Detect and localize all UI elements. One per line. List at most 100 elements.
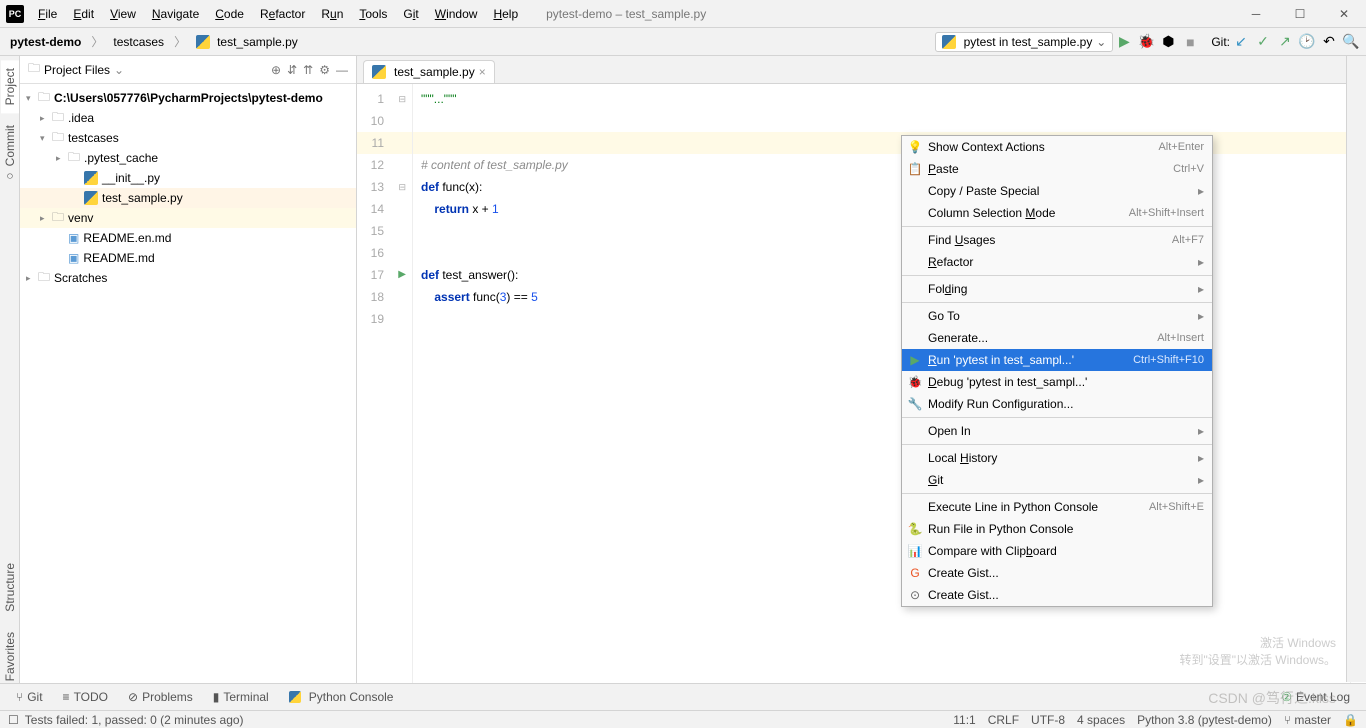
context-menu-item[interactable]: GCreate Gist...	[902, 562, 1212, 584]
context-menu-item[interactable]: 🐞Debug 'pytest in test_sampl...'	[902, 371, 1212, 393]
settings-icon[interactable]: ⚙	[319, 63, 330, 77]
code-editor[interactable]: 1 10 11 12 13 14 15 16 17 18 19 """...""…	[357, 84, 1366, 710]
status-indent[interactable]: 4 spaces	[1077, 713, 1125, 727]
bottom-tab-git[interactable]: ⑂Git	[8, 687, 51, 707]
status-line-separator[interactable]: CRLF	[988, 713, 1019, 727]
close-button[interactable]: ✕	[1322, 0, 1366, 28]
run-config-label: pytest in test_sample.py	[964, 35, 1093, 49]
expand-all-icon[interactable]: ⇵	[287, 63, 297, 77]
status-branch[interactable]: ⑂ master	[1284, 713, 1331, 727]
context-menu-item[interactable]: Git▸	[902, 469, 1212, 491]
context-menu-item[interactable]: Copy / Paste Special▸	[902, 180, 1212, 202]
git-commit-icon[interactable]: ✓	[1252, 31, 1274, 53]
crumb-file[interactable]: test_sample.py	[190, 33, 304, 51]
bottom-tab-problems[interactable]: ⊘Problems	[120, 687, 201, 707]
context-menu-item[interactable]: Go To▸	[902, 305, 1212, 327]
tree-scratches[interactable]: ▸🗀Scratches	[20, 268, 356, 288]
csdn-watermark: CSDN @笃行之.kiss	[1208, 688, 1336, 708]
app-icon: PC	[6, 5, 24, 23]
context-menu-item[interactable]: Column Selection ModeAlt+Shift+Insert	[902, 202, 1212, 224]
hide-icon[interactable]: —	[336, 63, 348, 77]
menu-window[interactable]: Window	[427, 3, 486, 25]
menu-separator	[902, 493, 1212, 494]
project-panel-header: 🗀 Project Files ⌄ ⊕ ⇵ ⇈ ⚙ —	[20, 56, 356, 84]
bottom-tab-python-console[interactable]: Python Console	[281, 687, 402, 707]
crumb-sep: 〉	[174, 33, 186, 50]
status-message: Tests failed: 1, passed: 0 (2 minutes ag…	[25, 713, 244, 727]
crumb-folder[interactable]: testcases	[107, 33, 170, 51]
context-menu-item[interactable]: 📊Compare with Clipboard	[902, 540, 1212, 562]
coverage-button[interactable]: ⬢	[1157, 31, 1179, 53]
tree-folder-idea[interactable]: ▸🗀.idea	[20, 108, 356, 128]
crumb-project[interactable]: pytest-demo	[4, 33, 87, 51]
menu-help[interactable]: Help	[485, 3, 526, 25]
context-menu-item[interactable]: Generate...Alt+Insert	[902, 327, 1212, 349]
context-menu-item[interactable]: ⊙Create Gist...	[902, 584, 1212, 606]
tree-file-readme[interactable]: ▣README.md	[20, 248, 356, 268]
line-gutter[interactable]: 1 10 11 12 13 14 15 16 17 18 19	[357, 84, 413, 710]
close-tab-icon[interactable]: ×	[479, 65, 486, 79]
context-menu-item[interactable]: ▶Run 'pytest in test_sampl...'Ctrl+Shift…	[902, 349, 1212, 371]
git-push-icon[interactable]: ↗	[1274, 31, 1296, 53]
menu-run[interactable]: Run	[313, 3, 351, 25]
bottom-tab-todo[interactable]: ≡TODO	[55, 687, 116, 707]
window-title: pytest-demo – test_sample.py	[546, 7, 706, 21]
context-menu-item[interactable]: 💡Show Context ActionsAlt+Enter	[902, 136, 1212, 158]
menu-edit[interactable]: Edit	[65, 3, 102, 25]
git-rollback-icon[interactable]: ↶	[1318, 31, 1340, 53]
menu-navigate[interactable]: Navigate	[144, 3, 207, 25]
project-tree[interactable]: ▾🗀C:\Users\057776\PycharmProjects\pytest…	[20, 84, 356, 710]
context-menu-item[interactable]: Refactor▸	[902, 251, 1212, 273]
tree-folder-pytest-cache[interactable]: ▸🗀.pytest_cache	[20, 148, 356, 168]
editor-area: test_sample.py × 1 10 11 12 13 14 15 16 …	[357, 56, 1366, 710]
menu-view[interactable]: View	[102, 3, 144, 25]
run-config-selector[interactable]: pytest in test_sample.py	[935, 32, 1114, 52]
context-menu-item[interactable]: 🔧Modify Run Configuration...	[902, 393, 1212, 415]
debug-button[interactable]: 🐞	[1135, 31, 1157, 53]
minimize-button[interactable]: ─	[1234, 0, 1278, 28]
status-interpreter[interactable]: Python 3.8 (pytest-demo)	[1137, 713, 1272, 727]
bottom-tab-terminal[interactable]: ▮Terminal	[205, 687, 277, 707]
menu-refactor[interactable]: Refactor	[252, 3, 313, 25]
bottom-tool-bar: ⑂Git ≡TODO ⊘Problems ▮Terminal Python Co…	[0, 683, 1366, 710]
tree-file-init[interactable]: __init__.py	[20, 168, 356, 188]
menu-file[interactable]: File	[30, 3, 65, 25]
tree-file-readme-en[interactable]: ▣README.en.md	[20, 228, 356, 248]
tab-label: test_sample.py	[394, 65, 475, 79]
project-tab[interactable]: Project	[1, 60, 19, 113]
context-menu-item[interactable]: Find UsagesAlt+F7	[902, 229, 1212, 251]
context-menu-item[interactable]: 📋PasteCtrl+V	[902, 158, 1212, 180]
python-file-icon	[84, 171, 98, 185]
panel-title[interactable]: Project Files ⌄	[44, 63, 124, 77]
git-update-icon[interactable]: ↙	[1230, 31, 1252, 53]
menu-tools[interactable]: Tools	[351, 3, 395, 25]
structure-tab[interactable]: Structure	[1, 555, 19, 620]
context-menu-item[interactable]: Folding▸	[902, 278, 1212, 300]
status-encoding[interactable]: UTF-8	[1031, 713, 1065, 727]
python-file-icon	[84, 191, 98, 205]
context-menu-item[interactable]: Execute Line in Python ConsoleAlt+Shift+…	[902, 496, 1212, 518]
tree-root[interactable]: ▾🗀C:\Users\057776\PycharmProjects\pytest…	[20, 88, 356, 108]
menu-code[interactable]: Code	[207, 3, 252, 25]
search-icon[interactable]: 🔍	[1340, 31, 1362, 53]
crumb-sep: 〉	[91, 33, 103, 50]
tool-status-icon[interactable]: ☐	[8, 713, 19, 727]
tree-file-sample[interactable]: test_sample.py	[20, 188, 356, 208]
editor-tab-bar: test_sample.py ×	[357, 56, 1366, 84]
context-menu-item[interactable]: Local History▸	[902, 447, 1212, 469]
collapse-all-icon[interactable]: ⇈	[303, 63, 313, 77]
status-lock-icon[interactable]: 🔒	[1343, 713, 1358, 727]
menu-git[interactable]: Git	[395, 3, 426, 25]
context-menu-item[interactable]: Open In▸	[902, 420, 1212, 442]
maximize-button[interactable]: ☐	[1278, 0, 1322, 28]
commit-tab[interactable]: ○Commit	[1, 117, 19, 191]
tree-folder-venv[interactable]: ▸🗀venv	[20, 208, 356, 228]
editor-tab[interactable]: test_sample.py ×	[363, 60, 495, 83]
stop-button[interactable]: ■	[1179, 31, 1201, 53]
context-menu-item[interactable]: 🐍Run File in Python Console	[902, 518, 1212, 540]
git-history-icon[interactable]: 🕑	[1296, 31, 1318, 53]
select-opened-icon[interactable]: ⊕	[271, 63, 281, 77]
tree-folder-testcases[interactable]: ▾🗀testcases	[20, 128, 356, 148]
status-cursor-pos[interactable]: 11:1	[953, 713, 975, 727]
run-button[interactable]: ▶	[1113, 31, 1135, 53]
